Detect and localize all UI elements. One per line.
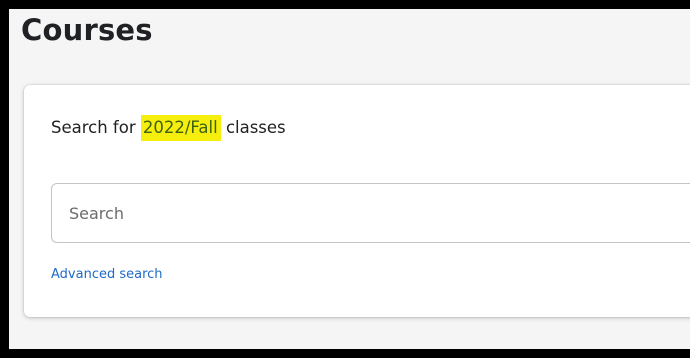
- app-viewport: Courses Search for 2022/Fall classes Adv…: [9, 9, 690, 349]
- search-heading: Search for 2022/Fall classes: [51, 115, 286, 141]
- search-prompt-suffix: classes: [225, 118, 286, 137]
- term-highlight: 2022/Fall: [140, 115, 221, 141]
- page-title: Courses: [21, 13, 153, 47]
- search-card: Search for 2022/Fall classes Advanced se…: [24, 85, 690, 317]
- advanced-search-link[interactable]: Advanced search: [51, 265, 163, 285]
- search-input[interactable]: [52, 184, 690, 242]
- search-field[interactable]: [51, 183, 690, 243]
- search-prompt-prefix: Search for: [51, 118, 136, 137]
